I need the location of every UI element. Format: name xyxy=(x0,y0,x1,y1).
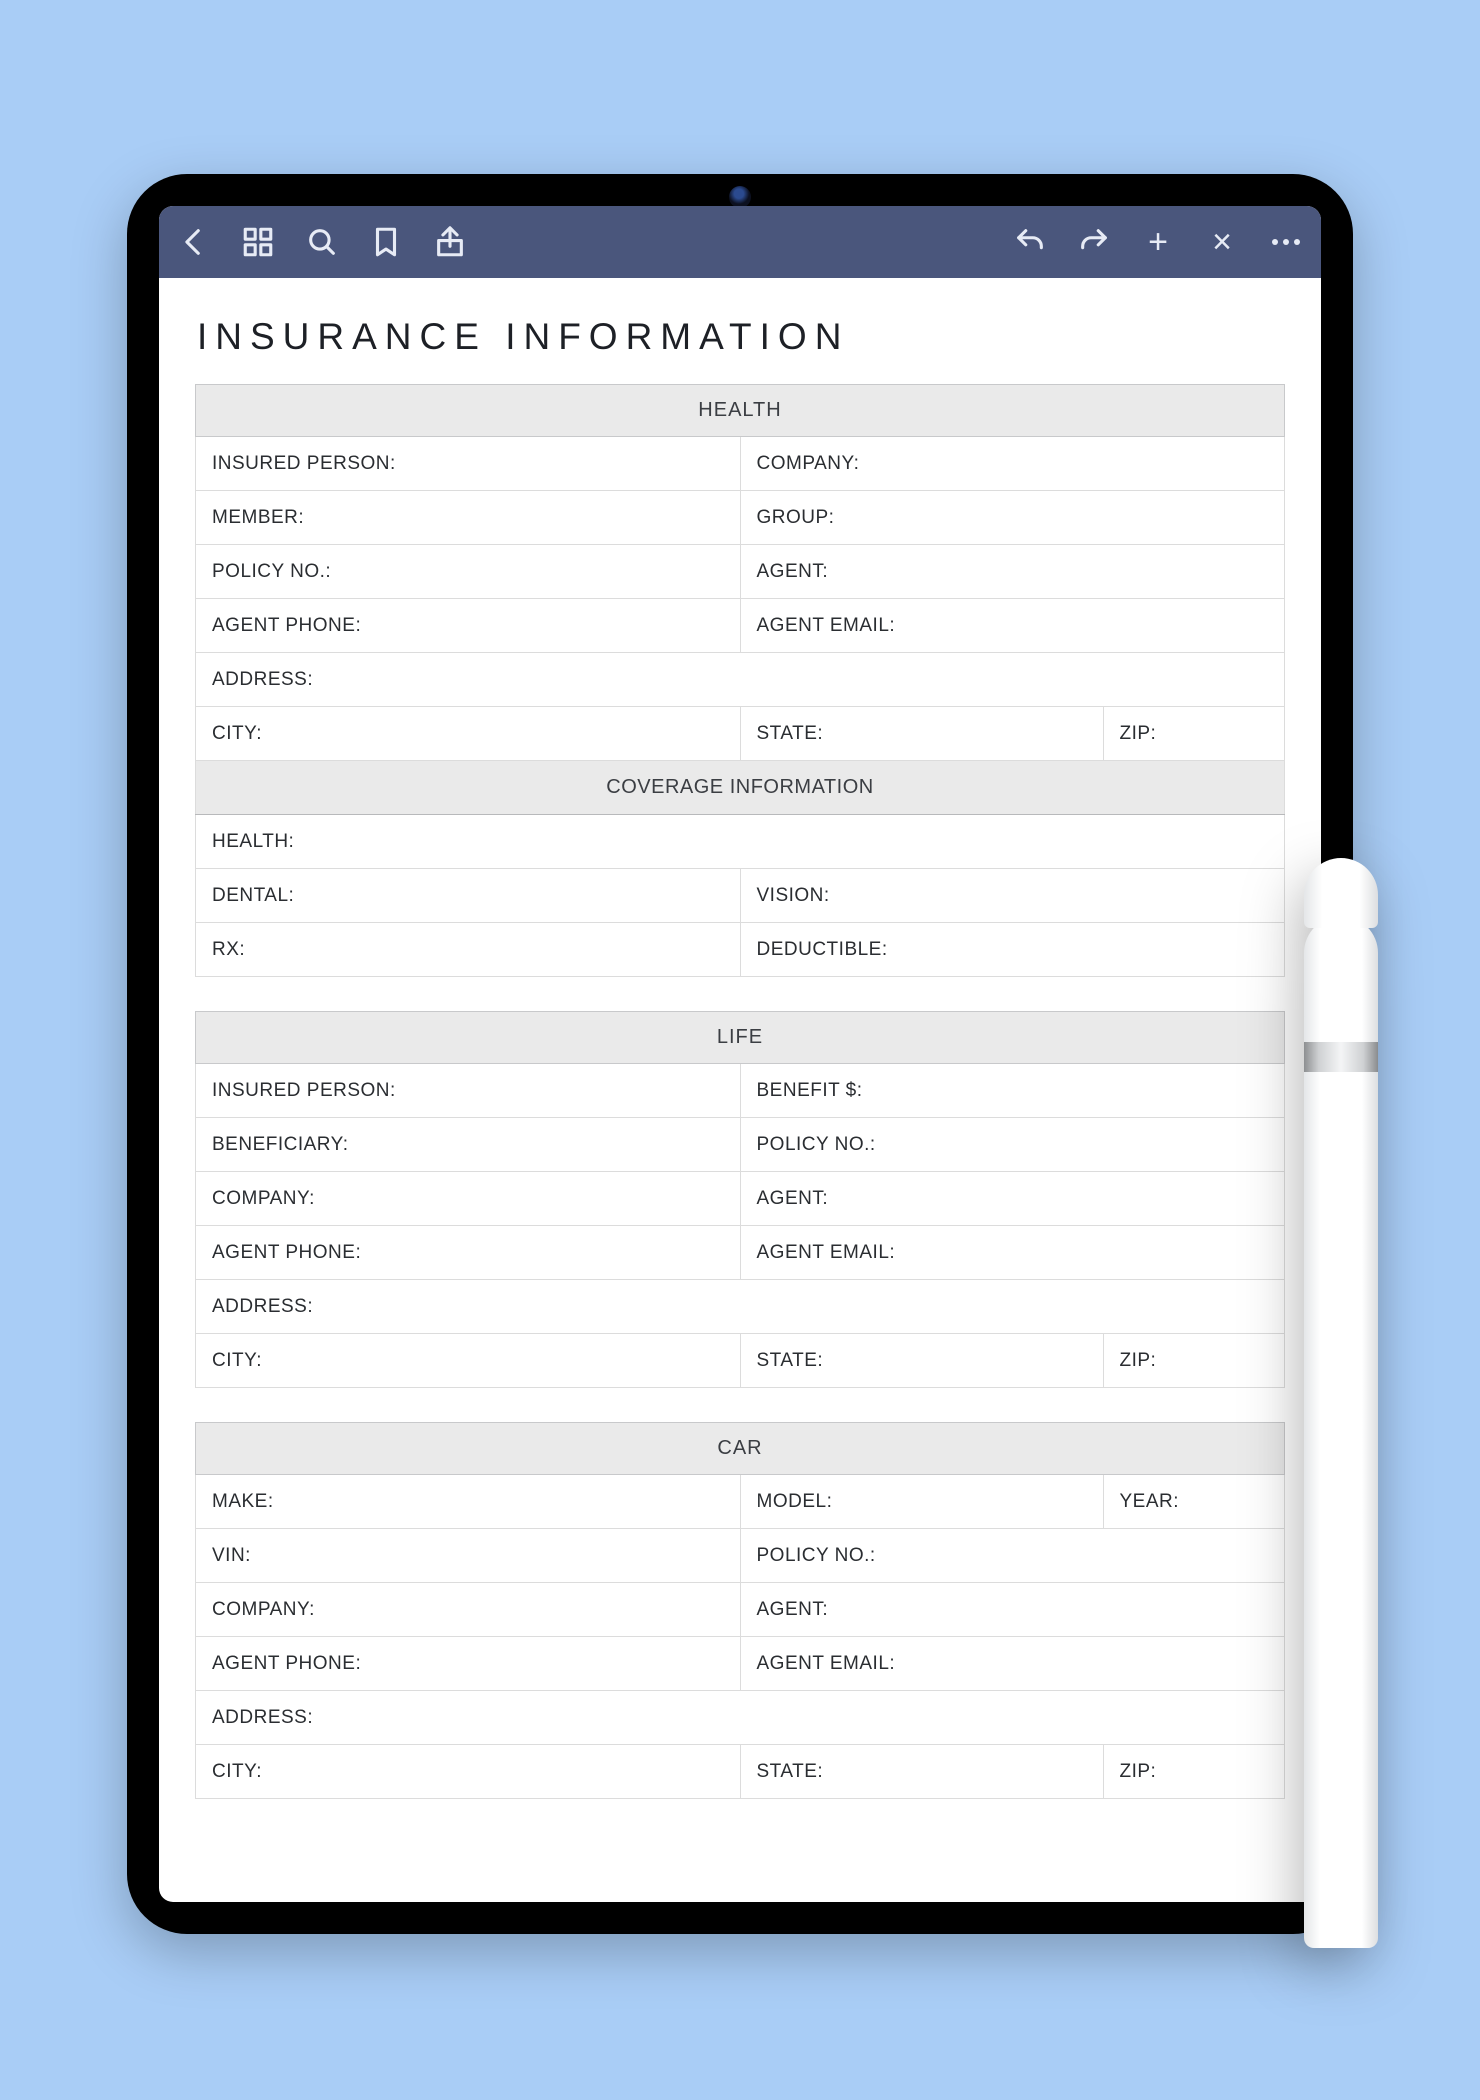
field-label[interactable]: CITY: xyxy=(196,707,741,761)
field-label[interactable]: DENTAL: xyxy=(196,869,741,923)
field-label[interactable]: CITY: xyxy=(196,1334,741,1388)
field-label[interactable]: YEAR: xyxy=(1103,1475,1285,1529)
field-label[interactable]: DEDUCTIBLE: xyxy=(740,923,1285,977)
field-label[interactable]: COMPANY: xyxy=(740,437,1285,491)
redo-icon[interactable] xyxy=(1077,225,1111,259)
field-label[interactable]: ADDRESS: xyxy=(196,1691,1285,1745)
field-label[interactable]: AGENT PHONE: xyxy=(196,1637,741,1691)
bookmark-icon[interactable] xyxy=(369,225,403,259)
grid-icon[interactable] xyxy=(241,225,275,259)
field-label[interactable]: VISION: xyxy=(740,869,1285,923)
device-screen: + × INSURANCE INFORMATION HEALTH INSURED… xyxy=(159,206,1321,1902)
page-title: INSURANCE INFORMATION xyxy=(197,316,1285,358)
field-label[interactable]: POLICY NO.: xyxy=(196,545,741,599)
document-page: INSURANCE INFORMATION HEALTH INSURED PER… xyxy=(159,278,1321,1873)
add-icon[interactable]: + xyxy=(1141,225,1175,259)
field-label[interactable]: AGENT PHONE: xyxy=(196,1226,741,1280)
field-label[interactable]: MAKE: xyxy=(196,1475,741,1529)
field-label[interactable]: INSURED PERSON: xyxy=(196,1064,741,1118)
field-label[interactable]: STATE: xyxy=(740,707,1103,761)
field-label[interactable]: POLICY NO.: xyxy=(740,1118,1285,1172)
close-icon[interactable]: × xyxy=(1205,225,1239,259)
section-life: LIFE INSURED PERSON: BENEFIT $: BENEFICI… xyxy=(195,1011,1285,1388)
ipad-device: + × INSURANCE INFORMATION HEALTH INSURED… xyxy=(127,174,1353,1934)
device-camera xyxy=(729,186,751,208)
field-label[interactable]: MODEL: xyxy=(740,1475,1103,1529)
app-toolbar: + × xyxy=(159,206,1321,278)
section-header: HEALTH xyxy=(196,385,1285,437)
field-label[interactable]: BENEFIT $: xyxy=(740,1064,1285,1118)
section-header: CAR xyxy=(196,1423,1285,1475)
back-icon[interactable] xyxy=(177,225,211,259)
search-icon[interactable] xyxy=(305,225,339,259)
field-label[interactable]: BENEFICIARY: xyxy=(196,1118,741,1172)
field-label[interactable]: ZIP: xyxy=(1103,1745,1285,1799)
apple-pencil xyxy=(1304,858,1378,1948)
section-subheader: COVERAGE INFORMATION xyxy=(196,761,1285,815)
more-icon[interactable] xyxy=(1269,225,1303,259)
field-label[interactable]: AGENT: xyxy=(740,1583,1285,1637)
field-label[interactable]: ZIP: xyxy=(1103,707,1285,761)
field-label[interactable]: AGENT EMAIL: xyxy=(740,1226,1285,1280)
field-label[interactable]: AGENT: xyxy=(740,1172,1285,1226)
field-label[interactable]: INSURED PERSON: xyxy=(196,437,741,491)
field-label[interactable]: AGENT EMAIL: xyxy=(740,599,1285,653)
field-label[interactable]: POLICY NO.: xyxy=(740,1529,1285,1583)
field-label[interactable]: AGENT: xyxy=(740,545,1285,599)
field-label[interactable]: STATE: xyxy=(740,1745,1103,1799)
field-label[interactable]: MEMBER: xyxy=(196,491,741,545)
section-health: HEALTH INSURED PERSON: COMPANY: MEMBER: … xyxy=(195,384,1285,977)
field-label[interactable]: COMPANY: xyxy=(196,1583,741,1637)
field-label[interactable]: GROUP: xyxy=(740,491,1285,545)
undo-icon[interactable] xyxy=(1013,225,1047,259)
field-label[interactable]: STATE: xyxy=(740,1334,1103,1388)
share-icon[interactable] xyxy=(433,225,467,259)
field-label[interactable]: ADDRESS: xyxy=(196,653,1285,707)
field-label[interactable]: AGENT EMAIL: xyxy=(740,1637,1285,1691)
field-label[interactable]: HEALTH: xyxy=(196,815,1285,869)
field-label[interactable]: COMPANY: xyxy=(196,1172,741,1226)
field-label[interactable]: ZIP: xyxy=(1103,1334,1285,1388)
field-label[interactable]: VIN: xyxy=(196,1529,741,1583)
field-label[interactable]: RX: xyxy=(196,923,741,977)
field-label[interactable]: AGENT PHONE: xyxy=(196,599,741,653)
field-label[interactable]: CITY: xyxy=(196,1745,741,1799)
section-header: LIFE xyxy=(196,1012,1285,1064)
section-car: CAR MAKE: MODEL: YEAR: VIN: POLICY NO.: … xyxy=(195,1422,1285,1799)
field-label[interactable]: ADDRESS: xyxy=(196,1280,1285,1334)
